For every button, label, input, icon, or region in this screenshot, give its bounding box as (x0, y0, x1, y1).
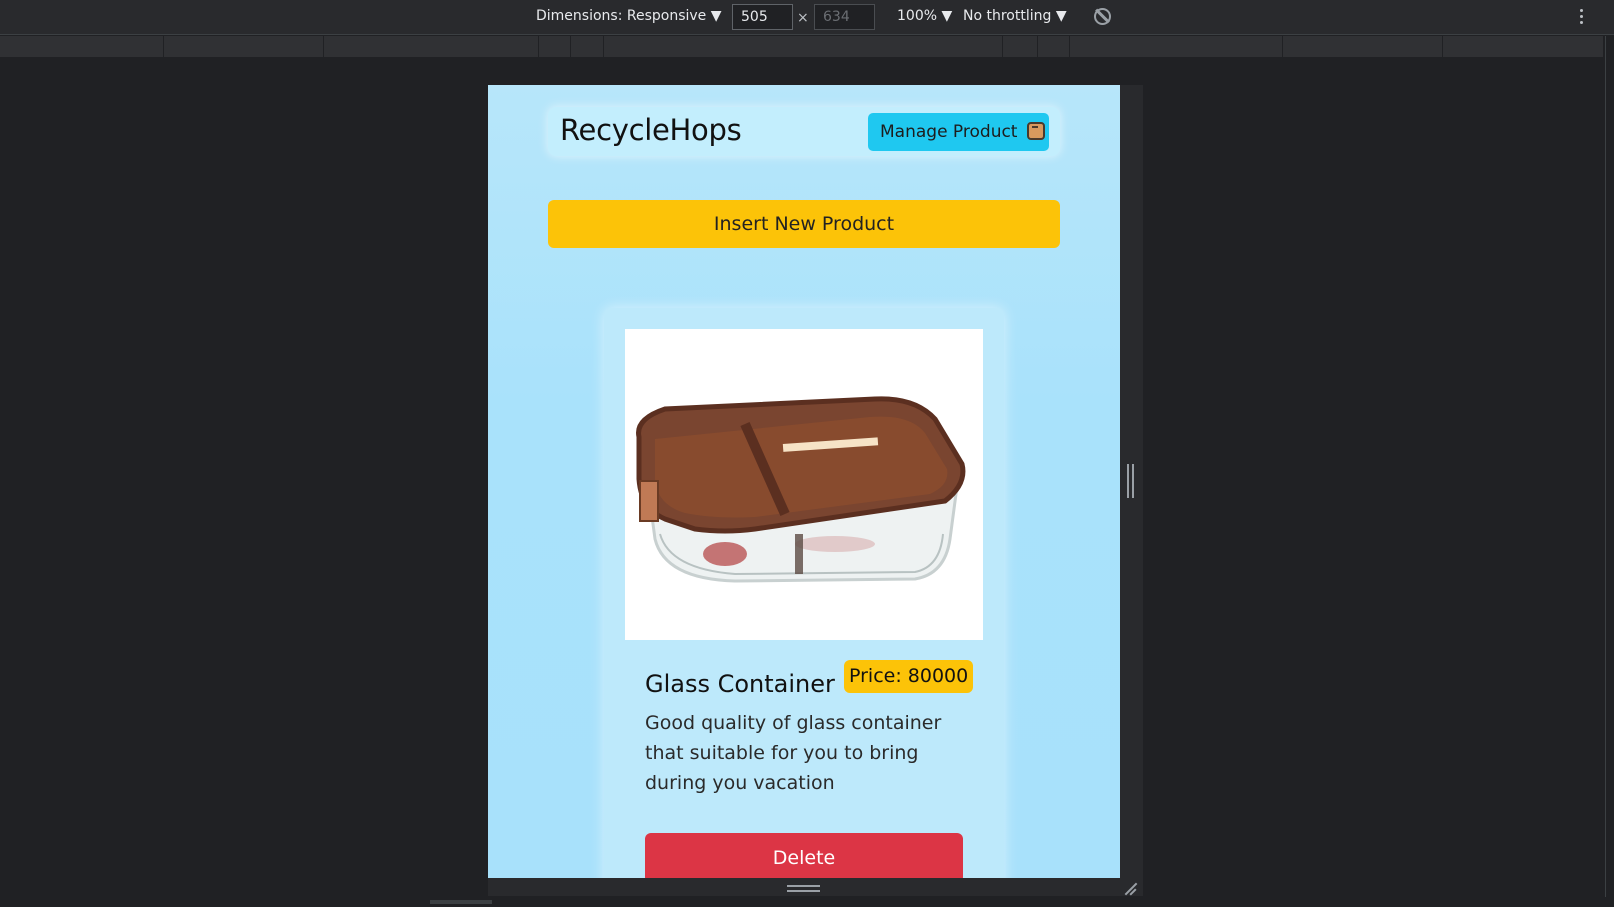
rotate-icon[interactable] (1094, 8, 1111, 25)
product-description: Good quality of glass container that sui… (645, 712, 942, 794)
emulated-viewport: RecycleHops Manage Product Insert New Pr… (488, 85, 1120, 878)
throttling-select[interactable]: No throttling ▼ (963, 8, 1067, 24)
zoom-select[interactable]: 100% ▼ (897, 8, 952, 24)
manage-product-label: Manage Product (880, 122, 1018, 142)
ruler-segment[interactable] (571, 36, 604, 57)
ruler-segment[interactable] (0, 36, 164, 57)
times-sign: × (797, 10, 809, 26)
scrollbar-thumb[interactable] (430, 900, 492, 904)
product-card: Glass Container Price: 80000 Good qualit… (604, 308, 1004, 878)
ruler-segment[interactable] (1443, 36, 1604, 57)
price-badge: Price: 80000 (844, 660, 974, 693)
height-resize-handle[interactable] (787, 885, 820, 892)
manage-product-button[interactable]: Manage Product (868, 113, 1049, 151)
scroll-edge (1605, 36, 1614, 907)
ruler-segment[interactable] (164, 36, 324, 57)
ruler-segment[interactable] (1038, 36, 1070, 57)
insert-new-product-button[interactable]: Insert New Product (548, 200, 1060, 248)
media-query-ruler (0, 36, 1604, 57)
delete-button[interactable]: Delete (645, 833, 963, 878)
brand-title[interactable]: RecycleHops (560, 113, 742, 147)
ruler-segment[interactable] (604, 36, 1003, 57)
horizontal-scrollbar[interactable] (0, 897, 1614, 907)
ruler-segment[interactable] (1283, 36, 1443, 57)
ruler-segment[interactable] (1003, 36, 1038, 57)
glass-container-image (636, 396, 966, 583)
corner-resize-handle[interactable] (1124, 882, 1138, 896)
product-image (625, 329, 983, 640)
dimensions-select[interactable]: Dimensions: Responsive ▼ (536, 8, 722, 24)
box-icon (1026, 122, 1045, 140)
kebab-menu-icon[interactable] (1580, 9, 1584, 27)
product-title: Glass Container (645, 670, 835, 698)
width-input[interactable] (732, 4, 793, 30)
width-resize-handle[interactable] (1127, 464, 1134, 498)
ruler-segment[interactable] (324, 36, 539, 57)
ruler-segment[interactable] (539, 36, 571, 57)
ruler-segment[interactable] (1070, 36, 1283, 57)
navbar: RecycleHops Manage Product (548, 107, 1060, 156)
height-input[interactable] (814, 4, 875, 30)
device-toolbar: Dimensions: Responsive ▼ × 100% ▼ No thr… (0, 0, 1614, 35)
